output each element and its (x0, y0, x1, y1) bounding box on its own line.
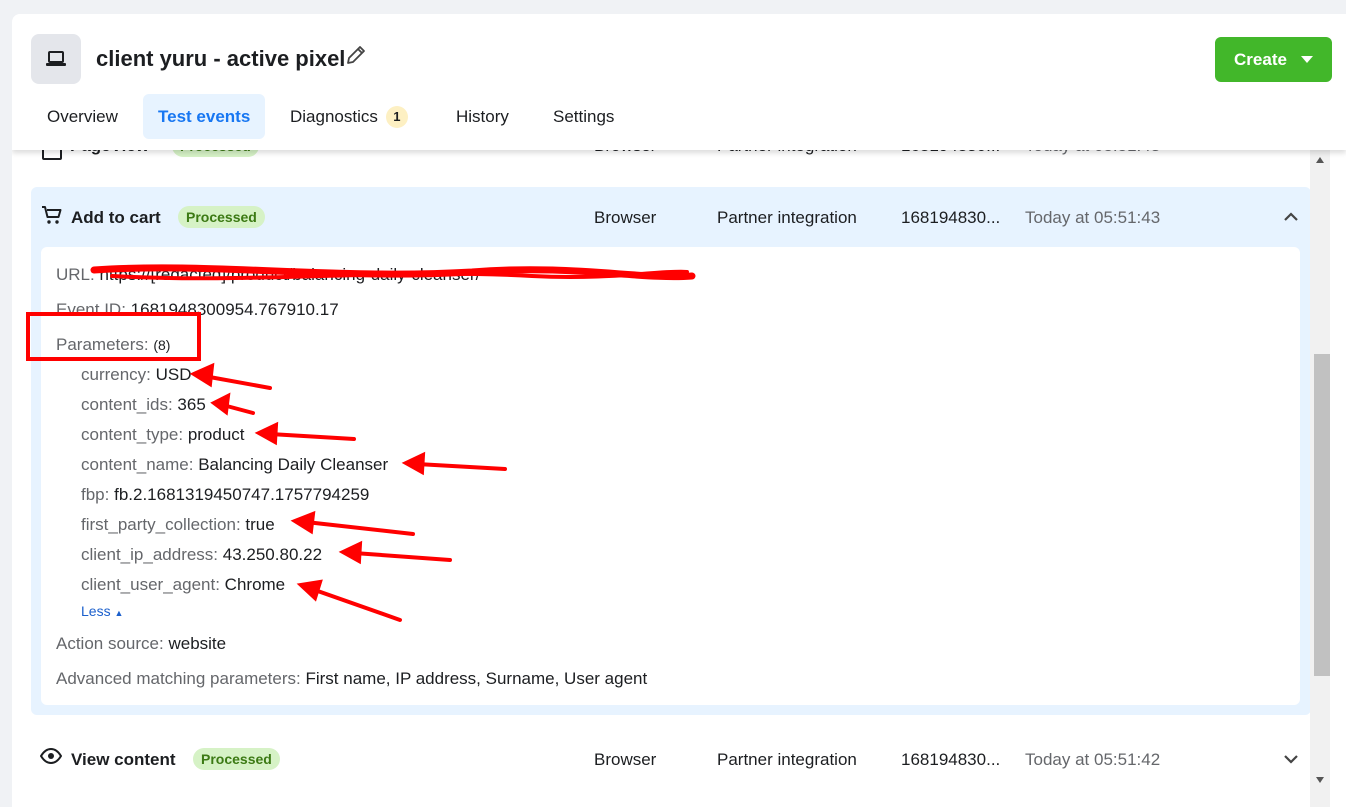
param-value: Balancing Daily Cleanser (198, 455, 389, 474)
param-value: product (187, 425, 245, 444)
url-value: https://[redacted]/product/balancing-dai… (99, 265, 481, 284)
scroll-up-icon[interactable] (1316, 157, 1324, 163)
status-badge: Processed (193, 748, 280, 770)
event-id-value: 1681948300954.767910.17 (130, 300, 339, 319)
page-title: client yuru - active pixel (96, 46, 346, 71)
laptop-icon (31, 34, 81, 84)
status-badge: Processed (178, 206, 265, 228)
advanced-matching-value: First name, IP address, Surname, User ag… (305, 669, 648, 688)
chevron-down-icon[interactable] (1283, 754, 1299, 764)
action-source-value: website (168, 634, 227, 653)
event-time: Today at 05:51:43 (1025, 208, 1161, 227)
param-key: client_user_agent: (81, 575, 220, 594)
param-value: Chrome (224, 575, 286, 594)
action-source-field: Action source: website (56, 634, 226, 654)
param-row: client_user_agent: Chrome (81, 575, 285, 595)
action-source-label: Action source: (56, 634, 164, 653)
url-field: URL: https://[redacted]/product/balancin… (56, 265, 480, 285)
event-id: 168194830... (901, 208, 1001, 227)
page-header: client yuru - active pixel Create Overvi… (12, 14, 1346, 150)
event-details: URL: https://[redacted]/product/balancin… (41, 247, 1300, 705)
tab-history[interactable]: History (456, 94, 509, 139)
url-label: URL: (56, 265, 95, 284)
event-id-label: Event ID: (56, 300, 126, 319)
param-row: currency: USD (81, 365, 192, 385)
param-row: fbp: fb.2.1681319450747.1757794259 (81, 485, 369, 505)
event-row-view-content[interactable]: View content Processed Browser Partner i… (12, 734, 1310, 782)
create-button[interactable]: Create (1215, 37, 1332, 82)
eye-icon (40, 748, 62, 764)
param-value: true (245, 515, 275, 534)
event-integration: Partner integration (717, 750, 857, 769)
tab-bar: Overview Test events Diagnostics 1 Histor… (12, 94, 712, 140)
less-label: Less (81, 603, 111, 619)
event-id: 168194830... (901, 750, 1001, 769)
param-key: currency: (81, 365, 151, 384)
param-key: first_party_collection: (81, 515, 241, 534)
event-source: Browser (594, 750, 657, 769)
param-key: content_ids: (81, 395, 173, 414)
event-time: Today at 05:51:42 (1025, 750, 1161, 769)
event-source: Browser (594, 208, 657, 227)
param-row: content_type: product (81, 425, 245, 445)
event-integration: Partner integration (717, 208, 857, 227)
param-value: 365 (177, 395, 206, 414)
advanced-matching-field: Advanced matching parameters: First name… (56, 669, 647, 689)
scroll-down-icon[interactable] (1316, 777, 1324, 783)
event-name: Add to cart (71, 208, 161, 227)
event-row-add-to-cart: Add to cart Processed Browser Partner in… (31, 187, 1311, 715)
create-label: Create (1234, 49, 1287, 69)
parameters-label: Parameters: (56, 335, 149, 354)
param-value: 43.250.80.22 (222, 545, 323, 564)
param-row: content_name: Balancing Daily Cleanser (81, 455, 388, 475)
tab-test-events[interactable]: Test events (143, 94, 266, 139)
tab-diagnostics-label: Diagnostics (290, 107, 378, 126)
cart-icon (42, 206, 62, 224)
param-value: USD (155, 365, 192, 384)
parameters-heading: Parameters: (8) (56, 335, 170, 355)
advanced-matching-label: Advanced matching parameters: (56, 669, 301, 688)
param-row: client_ip_address: 43.250.80.22 (81, 545, 322, 565)
diagnostics-count-badge: 1 (385, 106, 408, 128)
chevron-up-icon[interactable] (1283, 212, 1299, 222)
scrollbar-thumb[interactable] (1314, 354, 1330, 676)
param-key: client_ip_address: (81, 545, 219, 564)
event-name: View content (71, 750, 176, 769)
param-key: content_type: (81, 425, 184, 444)
param-row: content_ids: 365 (81, 395, 206, 415)
tab-overview[interactable]: Overview (47, 94, 118, 139)
caret-up-icon: ▲ (114, 608, 124, 618)
event-row-header[interactable]: Add to cart Processed Browser Partner in… (31, 187, 1311, 247)
tab-diagnostics[interactable]: Diagnostics 1 (290, 94, 408, 139)
pencil-icon[interactable] (345, 44, 367, 66)
param-key: content_name: (81, 455, 194, 474)
param-row: first_party_collection: true (81, 515, 275, 535)
less-link[interactable]: Less ▲ (81, 603, 123, 619)
event-id-field: Event ID: 1681948300954.767910.17 (56, 300, 339, 320)
parameters-count: (8) (153, 337, 171, 353)
caret-down-icon (1300, 56, 1313, 63)
param-value: fb.2.1681319450747.1757794259 (114, 485, 370, 504)
tab-settings[interactable]: Settings (553, 94, 614, 139)
pixel-page: PageView Processed Browser Partner integ… (12, 14, 1346, 807)
param-key: fbp: (81, 485, 110, 504)
